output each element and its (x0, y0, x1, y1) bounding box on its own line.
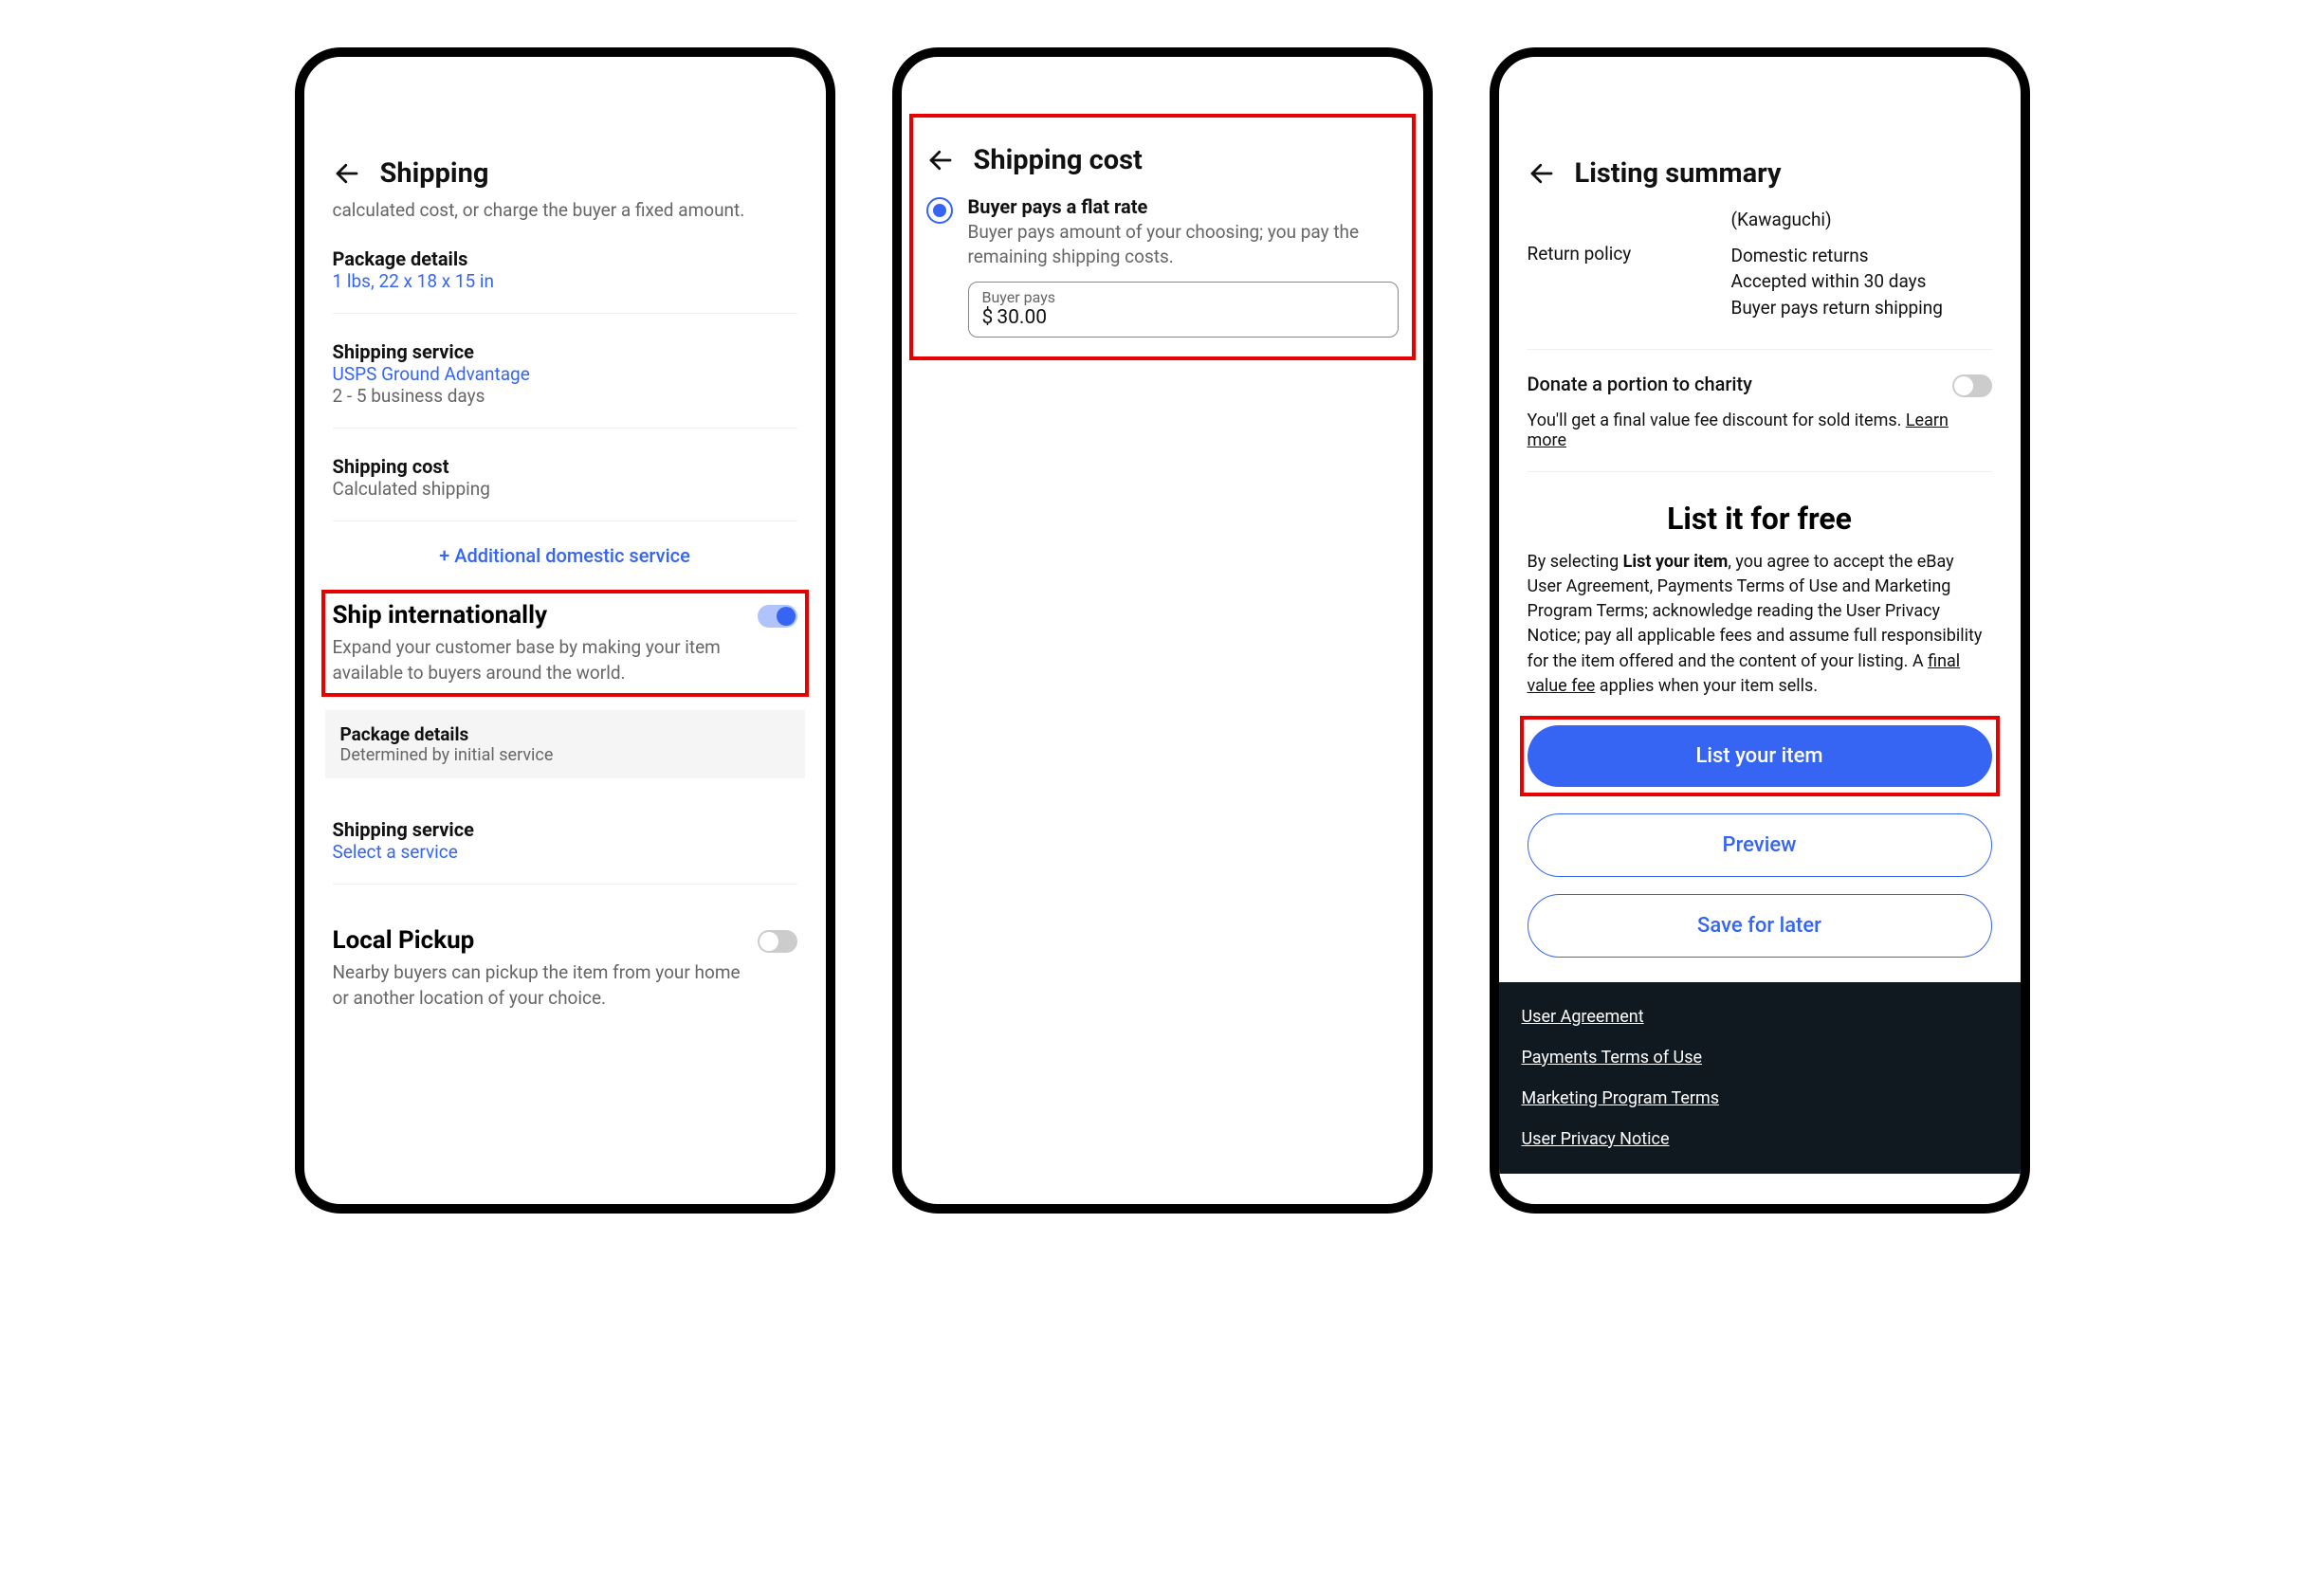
preview-button[interactable]: Preview (1528, 813, 1992, 877)
back-icon[interactable] (333, 159, 361, 188)
value: Determined by initial service (340, 745, 790, 765)
donate-row[interactable]: Donate a portion to charity (1528, 371, 1992, 397)
donate-title: Donate a portion to charity (1528, 373, 1752, 395)
flat-rate-option[interactable]: Buyer pays a flat rate Buyer pays amount… (926, 195, 1399, 338)
back-icon[interactable] (926, 146, 955, 174)
local-pickup-desc: Nearby buyers can pickup the item from y… (333, 960, 742, 1011)
return-policy-value: Domestic returns Accepted within 30 days… (1731, 243, 1992, 321)
save-for-later-button[interactable]: Save for later (1528, 894, 1992, 958)
donate-toggle[interactable] (1952, 374, 1992, 397)
footer-links: User Agreement Payments Terms of Use Mar… (1499, 982, 2021, 1174)
intl-shipping-service-row[interactable]: Shipping service Select a service (333, 792, 797, 863)
list-your-item-highlight: List your item (1520, 716, 2000, 796)
label: Shipping cost (333, 455, 797, 478)
add-domestic-service-link[interactable]: + Additional domestic service (333, 521, 797, 590)
input-label: Buyer pays (982, 288, 1384, 306)
local-pickup-title: Local Pickup (333, 926, 742, 955)
subtitle: calculated cost, or charge the buyer a f… (333, 199, 797, 221)
list-your-item-button[interactable]: List your item (1528, 725, 1992, 787)
shipping-cost-row[interactable]: Shipping cost Calculated shipping (333, 429, 797, 500)
location-value: (Kawaguchi) (1731, 207, 1992, 233)
phone-shipping-cost: Shipping cost Buyer pays a flat rate Buy… (892, 47, 1433, 1214)
radio-selected-icon[interactable] (926, 197, 953, 224)
label: Package details (333, 247, 797, 270)
user-agreement-link[interactable]: User Agreement (1522, 1007, 1998, 1027)
label: Shipping service (333, 340, 797, 363)
agreement-text: By selecting List your item, you agree t… (1528, 550, 1992, 699)
return-policy-label: Return policy (1528, 243, 1712, 321)
page-title: Shipping (380, 157, 489, 190)
shipping-service-row[interactable]: Shipping service USPS Ground Advantage 2… (333, 314, 797, 407)
buyer-pays-input[interactable]: Buyer pays $ 30.00 (968, 282, 1399, 338)
intl-package-details: Package details Determined by initial se… (325, 710, 805, 778)
label: Shipping service (333, 818, 797, 841)
intl-desc: Expand your customer base by making your… (333, 635, 742, 685)
flat-rate-highlight: Shipping cost Buyer pays a flat rate Buy… (909, 114, 1416, 360)
value: USPS Ground Advantage (333, 363, 797, 385)
donate-description: You'll get a final value fee discount fo… (1528, 411, 1992, 450)
phone-shipping: Shipping calculated cost, or charge the … (295, 47, 835, 1214)
value: Select a service (333, 841, 797, 863)
radio-title: Buyer pays a flat rate (968, 195, 1399, 218)
list-it-for-free-heading: List it for free (1528, 501, 1992, 537)
input-value: 30.00 (997, 306, 1047, 329)
value: Calculated shipping (333, 478, 797, 500)
page-title: Listing summary (1575, 157, 1782, 190)
ship-internationally-toggle[interactable] (758, 605, 797, 628)
privacy-notice-link[interactable]: User Privacy Notice (1522, 1129, 1998, 1149)
marketing-terms-link[interactable]: Marketing Program Terms (1522, 1088, 1998, 1108)
eta: 2 - 5 business days (333, 385, 797, 407)
ship-internationally-highlight: Ship internationally Expand your custome… (321, 590, 809, 697)
local-pickup-toggle[interactable] (758, 930, 797, 953)
currency-symbol: $ (982, 306, 994, 329)
phone-listing-summary: Listing summary (Kawaguchi) Return polic… (1490, 47, 2030, 1214)
back-icon[interactable] (1528, 159, 1556, 188)
package-details-row[interactable]: Package details 1 lbs, 22 x 18 x 15 in (333, 221, 797, 292)
intl-title: Ship internationally (333, 601, 742, 630)
payments-terms-link[interactable]: Payments Terms of Use (1522, 1048, 1998, 1068)
value: 1 lbs, 22 x 18 x 15 in (333, 270, 797, 292)
page-title: Shipping cost (974, 144, 1143, 176)
radio-desc: Buyer pays amount of your choosing; you … (968, 220, 1399, 268)
label: Package details (340, 723, 790, 745)
